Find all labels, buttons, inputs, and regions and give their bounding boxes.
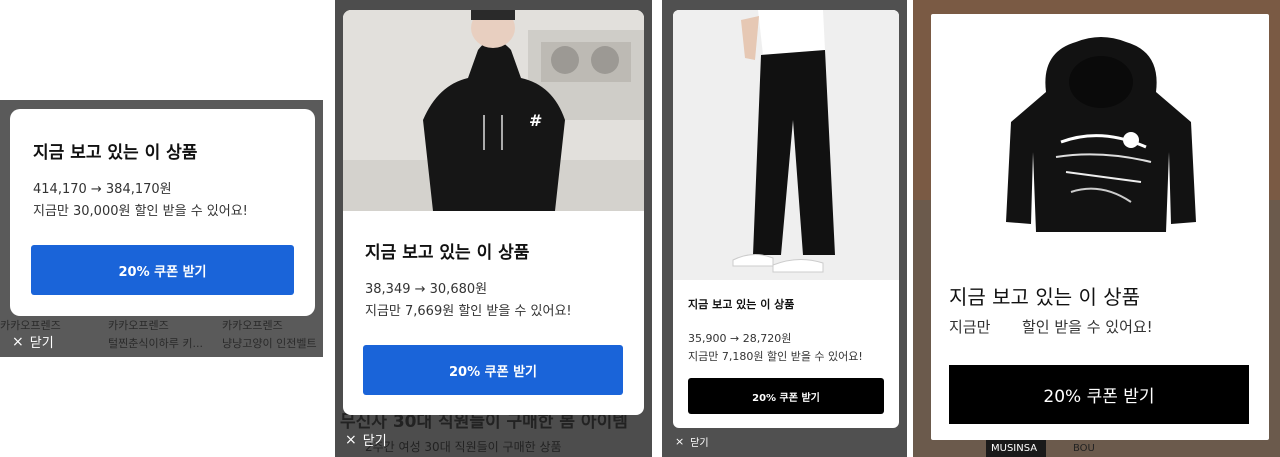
close-button[interactable]: × 닫기 bbox=[12, 332, 54, 352]
close-button[interactable]: × 닫기 bbox=[345, 430, 387, 450]
bg-brand-label: MUSINSA bbox=[991, 443, 1038, 454]
price-change: 414,170 → 384,170원 bbox=[33, 182, 172, 197]
screenshot-stage: 카카오프렌즈 카카오프렌즈 카카오프렌즈 털찐춘식이하루 키... 냥냥고양이 … bbox=[0, 0, 1280, 457]
get-coupon-button[interactable]: 20% 쿠폰 받기 bbox=[363, 345, 623, 395]
close-icon: × bbox=[12, 333, 24, 350]
coupon-popup: 지금 보고 있는 이 상품 414,170 → 384,170원 지금만 30,… bbox=[10, 109, 315, 316]
product-image bbox=[991, 32, 1211, 242]
get-coupon-button[interactable]: 20% 쿠폰 받기 bbox=[31, 245, 294, 295]
popup-title: 지금 보고 있는 이 상품 bbox=[33, 143, 198, 163]
close-icon: × bbox=[345, 431, 357, 448]
bg-brand-label: 카카오프렌즈 bbox=[108, 319, 169, 332]
discount-prefix: 지금만 bbox=[949, 318, 991, 336]
popup-title: 지금 보고 있는 이 상품 bbox=[688, 298, 795, 311]
bg-side-label: BOU bbox=[1073, 443, 1095, 454]
panel-1: 카카오프렌즈 카카오프렌즈 카카오프렌즈 털찐춘식이하루 키... 냥냥고양이 … bbox=[0, 0, 323, 457]
product-image: # bbox=[343, 10, 644, 211]
coupon-popup: # 지금 보고 있는 이 상품 38,349 → 30,680원 지금만 7,6… bbox=[343, 10, 644, 415]
get-coupon-button[interactable]: 20% 쿠폰 받기 bbox=[949, 365, 1249, 424]
hoodie-model-photo: # bbox=[343, 10, 644, 211]
discount-message: 지금만 할인 받을 수 있어요! bbox=[949, 316, 1153, 337]
coupon-popup: 지금 보고 있는 이 상품 35,900 → 28,720원 지금만 7,180… bbox=[673, 10, 899, 428]
get-coupon-button[interactable]: 20% 쿠폰 받기 bbox=[688, 378, 884, 414]
bg-brand-label: 카카오프렌즈 bbox=[0, 319, 61, 332]
popup-title: 지금 보고 있는 이 상품 bbox=[949, 285, 1141, 309]
panel-2: 무신사 30대 직원들이 구매한 봄 아이템 2주간 여성 30대 직원들이 구… bbox=[335, 0, 652, 457]
popup-title: 지금 보고 있는 이 상품 bbox=[365, 243, 530, 263]
svg-text:#: # bbox=[529, 111, 542, 130]
panel-3: 지금 보고 있는 이 상품 35,900 → 28,720원 지금만 7,180… bbox=[662, 0, 907, 457]
product-image bbox=[673, 10, 899, 280]
discount-message: 지금만 7,669원 할인 받을 수 있어요! bbox=[365, 304, 572, 319]
discount-suffix: 할인 받을 수 있어요! bbox=[1021, 318, 1153, 336]
bg-brand-label: 카카오프렌즈 bbox=[222, 319, 283, 332]
close-label: 닫기 bbox=[362, 434, 387, 449]
bg-section-sub: 2주간 여성 30대 직원들이 구매한 상품 bbox=[365, 440, 562, 454]
bg-item-title: 털찐춘식이하루 키... bbox=[108, 337, 203, 350]
bg-item-title: 냥냥고양이 인전벨트 bbox=[222, 337, 317, 350]
close-label: 닫기 bbox=[690, 438, 709, 449]
discount-message: 지금만 30,000원 할인 받을 수 있어요! bbox=[33, 204, 248, 219]
coupon-popup: 지금 보고 있는 이 상품 지금만 할인 받을 수 있어요! 20% 쿠폰 받기 bbox=[931, 14, 1269, 440]
price-change: 38,349 → 30,680원 bbox=[365, 282, 488, 297]
discount-message: 지금만 7,180원 할인 받을 수 있어요! bbox=[688, 350, 863, 363]
close-button[interactable]: × 닫기 bbox=[675, 434, 709, 449]
panel-4: MUSINSA BOU 지금 보고 있는 이 상품 지금만 할인 받을 수 있어… bbox=[913, 0, 1280, 457]
price-change: 35,900 → 28,720원 bbox=[688, 332, 792, 345]
pants-model-photo bbox=[673, 10, 899, 280]
close-icon: × bbox=[675, 435, 685, 448]
graphic-hoodie-photo bbox=[1006, 37, 1196, 232]
close-label: 닫기 bbox=[29, 336, 54, 351]
